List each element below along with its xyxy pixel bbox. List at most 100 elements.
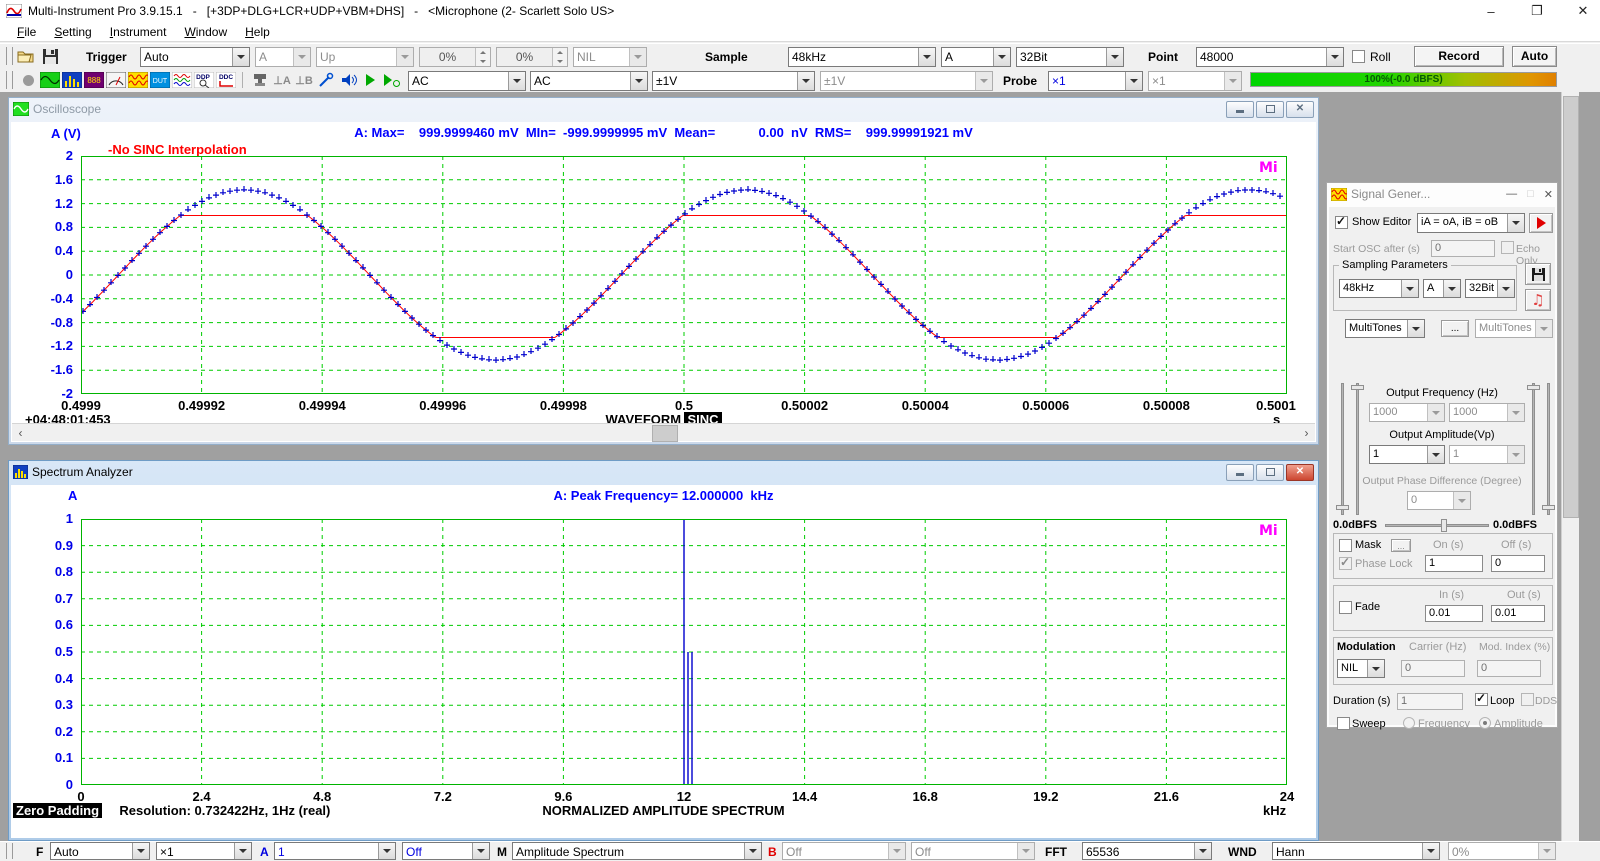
trigger-marker-b-icon[interactable]: ⊥B <box>294 71 314 89</box>
menu-window[interactable]: Window <box>175 25 236 39</box>
mask-checkbox[interactable] <box>1339 539 1352 555</box>
scrollbar-thumb[interactable] <box>652 425 678 442</box>
fade-in-field[interactable]: 0.01 <box>1425 605 1483 622</box>
minimize-button[interactable] <box>1226 464 1254 481</box>
level-slider-a-handle[interactable] <box>1336 505 1349 510</box>
probe-calibration-icon[interactable] <box>316 71 336 89</box>
sample-bits-select[interactable]: 32Bit <box>1016 47 1124 67</box>
restore-button[interactable] <box>1256 101 1284 118</box>
app-close-button[interactable]: ✕ <box>1574 3 1592 19</box>
trigger-mode-select[interactable]: Auto <box>140 47 250 67</box>
freq-mult-select[interactable]: ×1 <box>156 842 252 860</box>
signal-generator-icon[interactable] <box>128 71 148 89</box>
level-slider-b-track[interactable] <box>1356 383 1359 515</box>
window-function-select[interactable]: Hann <box>1272 842 1440 860</box>
waveform-more-button[interactable]: ... <box>1441 320 1469 337</box>
amplitude-a-select[interactable]: 1 <box>1369 445 1445 464</box>
trigger-delay-spinner[interactable]: 0% <box>496 47 568 67</box>
scope-horizontal-scrollbar[interactable]: ‹ › <box>12 423 1315 441</box>
a-gain-select[interactable]: 1 <box>274 842 396 860</box>
app-minimize-button[interactable]: – <box>1482 4 1500 19</box>
save-icon[interactable] <box>40 47 60 65</box>
level-slider-d-handle[interactable] <box>1542 505 1555 510</box>
coupling-a-select[interactable]: AC <box>408 71 526 91</box>
toolbar-drag-handle[interactable] <box>6 843 13 859</box>
mask-off-field[interactable]: 0 <box>1491 555 1545 572</box>
menu-instrument[interactable]: Instrument <box>101 25 176 39</box>
save-waveform-button[interactable] <box>1525 263 1551 285</box>
scope-plot[interactable] <box>81 156 1287 394</box>
scroll-right-arrow[interactable]: › <box>1298 424 1315 441</box>
fade-out-field[interactable]: 0.01 <box>1491 605 1545 622</box>
data-curve-chart-icon[interactable]: DDC <box>216 71 236 89</box>
oscilloscope-title-bar[interactable]: Oscilloscope ✕ <box>9 98 1318 120</box>
toolbar-drag-handle[interactable] <box>6 71 13 89</box>
generator-bits-select[interactable]: 32Bit <box>1465 279 1515 298</box>
waveform-a-select[interactable]: MultiTones <box>1345 319 1425 338</box>
coupling-b-select[interactable]: AC <box>530 71 648 91</box>
mod-index-label: Mod. Index (%) <box>1479 641 1550 653</box>
scroll-left-arrow[interactable]: ‹ <box>12 424 29 441</box>
multimeter-icon[interactable]: 888 <box>84 71 104 89</box>
generator-rate-select[interactable]: 48kHz <box>1339 279 1419 298</box>
spectrum-plot[interactable] <box>81 519 1287 785</box>
menu-file[interactable]: File <box>8 25 45 39</box>
sweep-checkbox[interactable] <box>1337 717 1350 733</box>
generator-channel-select[interactable]: A <box>1423 279 1461 298</box>
run-loop-icon[interactable] <box>382 71 402 89</box>
show-editor-checkbox[interactable] <box>1335 216 1348 232</box>
device-test-plan-icon[interactable]: DUT <box>150 71 170 89</box>
hold-icon[interactable] <box>250 71 270 89</box>
dbfs-slider-track[interactable] <box>1385 524 1489 527</box>
sample-rate-select[interactable]: 48kHz <box>788 47 936 67</box>
loop-checkbox[interactable] <box>1475 693 1488 709</box>
tone-editor-button[interactable]: ♫ <box>1525 289 1551 311</box>
open-file-icon[interactable] <box>16 47 36 65</box>
oscilloscope-icon[interactable] <box>40 71 60 89</box>
mask-on-field[interactable]: 1 <box>1425 555 1483 572</box>
stop-icon[interactable] <box>18 71 38 89</box>
record-button[interactable]: Record <box>1414 46 1504 67</box>
derived-data-curve-icon[interactable] <box>172 71 192 89</box>
roll-checkbox[interactable] <box>1352 50 1365 66</box>
toolbar-drag-handle[interactable] <box>6 47 13 65</box>
close-button[interactable]: ✕ <box>1286 101 1314 118</box>
level-slider-c-track[interactable] <box>1532 383 1535 515</box>
auto-button[interactable]: Auto <box>1512 46 1557 67</box>
scope-x-tick: 0.5001 <box>1241 398 1311 413</box>
generator-run-button[interactable] <box>1529 213 1553 233</box>
minimize-button[interactable]: — <box>1506 188 1517 201</box>
app-maximize-button[interactable]: ❐ <box>1528 3 1546 19</box>
routing-select[interactable]: iA = oA, iB = oB <box>1417 213 1525 233</box>
probe-a-select[interactable]: ×1 <box>1048 71 1143 91</box>
point-count-select[interactable]: 48000 <box>1196 47 1344 67</box>
run-icon[interactable] <box>360 71 380 89</box>
menu-setting[interactable]: Setting <box>45 25 100 39</box>
fade-checkbox[interactable] <box>1339 601 1352 617</box>
freq-axis-select[interactable]: Auto <box>50 842 150 860</box>
minimize-button[interactable] <box>1226 101 1254 118</box>
level-slider-a-track[interactable] <box>1341 383 1344 515</box>
sound-device-icon[interactable] <box>338 71 358 89</box>
sample-channel-select[interactable]: A <box>941 47 1011 67</box>
scrollbar-thumb[interactable] <box>1563 96 1579 518</box>
analysis-mode-select[interactable]: Amplitude Spectrum <box>512 842 762 860</box>
spectrum-title-bar[interactable]: Spectrum Analyzer ✕ <box>9 461 1318 483</box>
spectrum-3d-plotter-icon[interactable] <box>106 71 126 89</box>
fft-size-select[interactable]: 65536 <box>1082 842 1212 860</box>
a-extra-select[interactable]: Off <box>402 842 490 860</box>
trigger-level-spinner[interactable]: 0% <box>419 47 491 67</box>
trigger-marker-a-icon[interactable]: ⊥A <box>272 71 292 89</box>
restore-button[interactable] <box>1256 464 1284 481</box>
range-a-select[interactable]: ±1V <box>652 71 815 91</box>
derived-data-point-icon[interactable]: DDP <box>194 71 214 89</box>
level-slider-d-track[interactable] <box>1547 383 1550 515</box>
menu-help[interactable]: Help <box>236 25 279 39</box>
close-button[interactable]: ✕ <box>1286 464 1314 481</box>
dbfs-slider-handle[interactable] <box>1441 519 1447 532</box>
mdi-vertical-scrollbar[interactable] <box>1561 92 1579 841</box>
close-button[interactable]: ✕ <box>1544 188 1553 201</box>
spectrum-analyzer-icon[interactable] <box>62 71 82 89</box>
modulation-type-select[interactable]: NIL <box>1337 659 1385 678</box>
signal-generator-title-bar[interactable]: Signal Gener... — □ ✕ <box>1327 183 1557 205</box>
